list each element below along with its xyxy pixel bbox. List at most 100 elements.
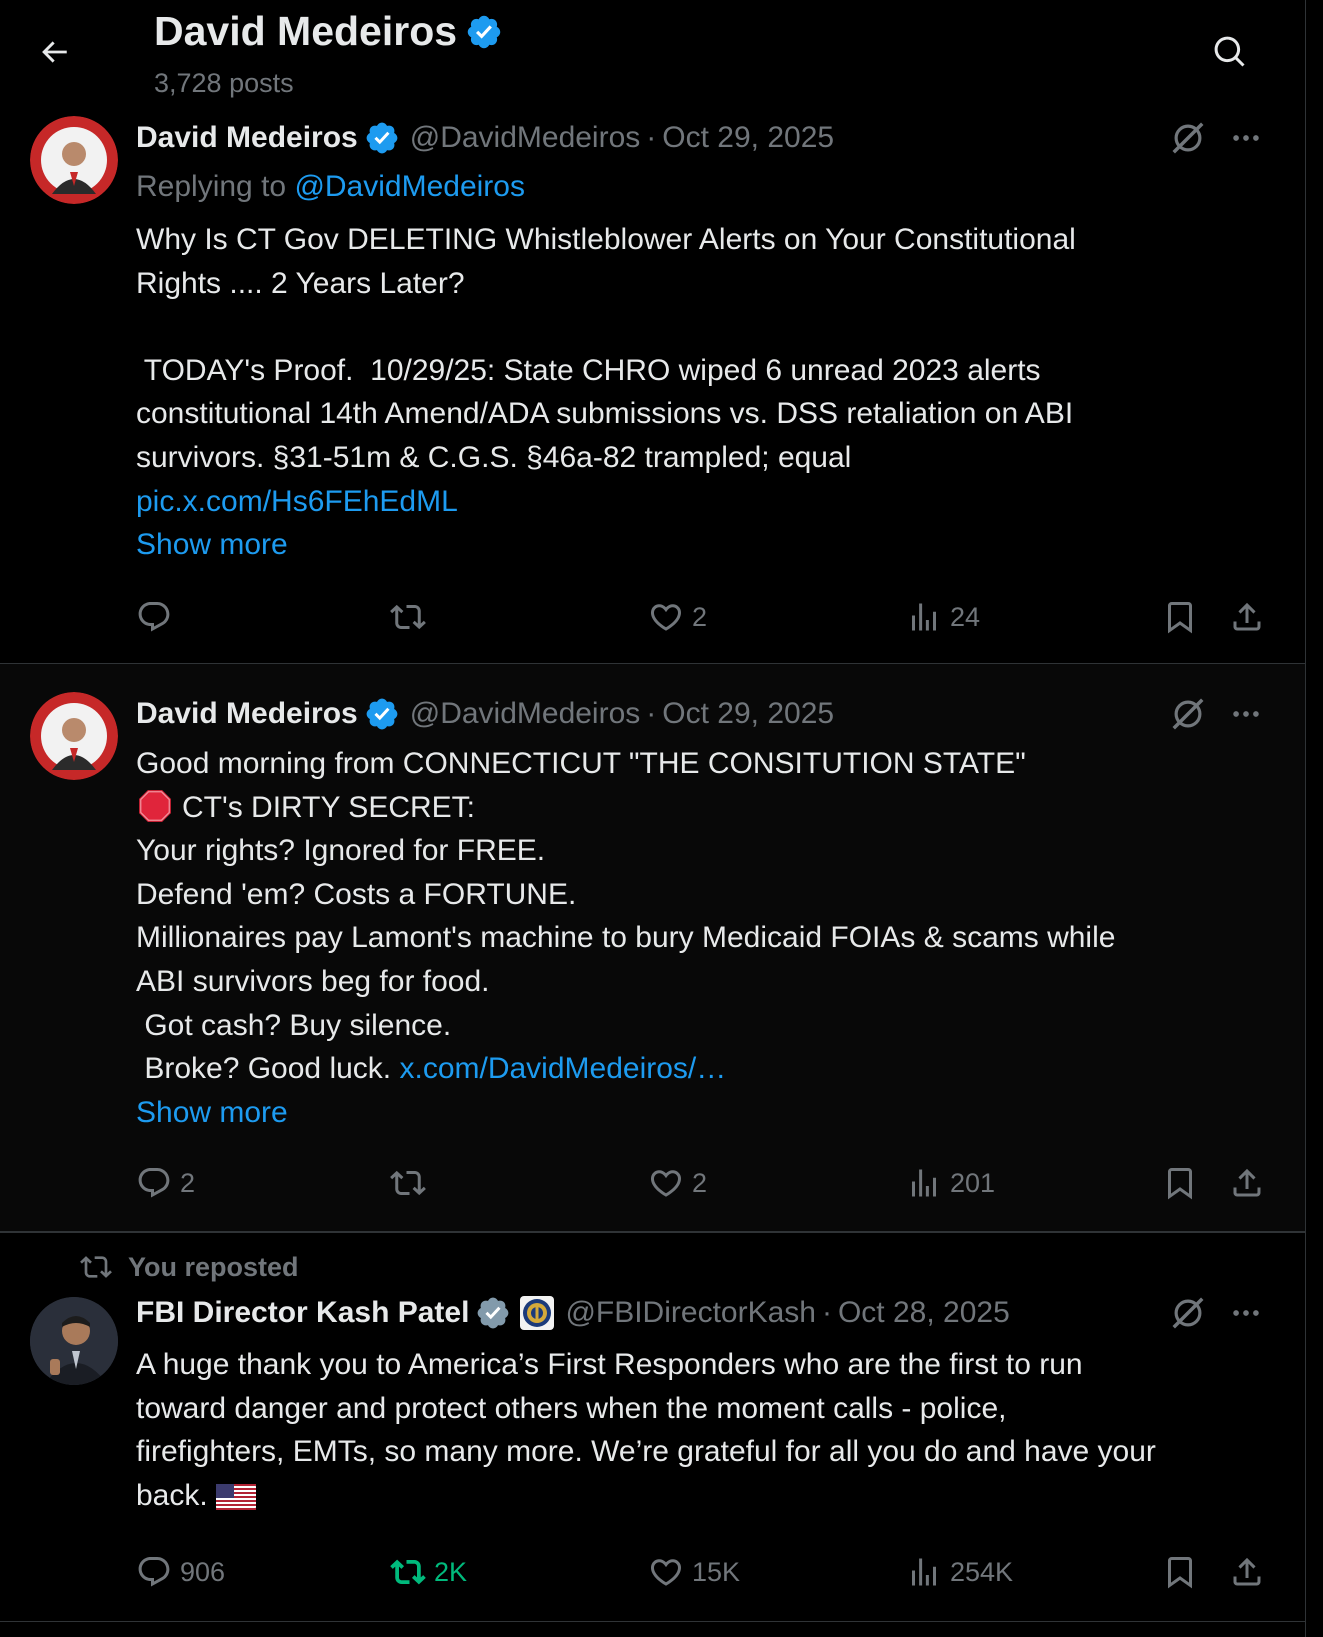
reply-count: 906 <box>180 1556 226 1587</box>
separator: · <box>821 1296 832 1329</box>
text-line: Defend 'em? Costs a FORTUNE. <box>136 877 577 911</box>
grok-button[interactable] <box>1166 116 1210 160</box>
text-line: firefighters, EMTs, so many more. We’re … <box>136 1435 1156 1469</box>
tweet-header: David Medeiros @DavidMedeiros · Oct 29, … <box>136 118 834 158</box>
more-button[interactable] <box>1224 692 1268 736</box>
avatar[interactable] <box>30 692 118 780</box>
post-count: 3,728 posts <box>154 68 294 98</box>
grok-icon <box>1172 122 1204 154</box>
repost-icon <box>390 1170 426 1196</box>
tweet-date[interactable]: Oct 28, 2025 <box>838 1296 1010 1330</box>
us-flag-icon <box>215 1483 256 1510</box>
share-button[interactable] <box>1229 1547 1265 1597</box>
avatar[interactable] <box>30 116 118 204</box>
repost-button[interactable] <box>390 592 434 642</box>
share-button[interactable] <box>1229 592 1265 642</box>
more-button[interactable] <box>1224 116 1268 160</box>
tweet-1[interactable]: David Medeiros @DavidMedeiros · Oct 29, … <box>0 108 1305 664</box>
tweet-header: FBI Director Kash Patel @FBIDirectorKash… <box>136 1293 1010 1333</box>
more-button[interactable] <box>1224 1291 1268 1335</box>
tweet-link[interactable]: x.com/DavidMedeiros/… <box>399 1052 726 1085</box>
more-icon <box>1233 135 1259 141</box>
text-line <box>136 305 1276 349</box>
text-line: survivors. §31-51m & C.G.S. §46a-82 tram… <box>136 440 852 474</box>
back-button[interactable] <box>28 26 80 78</box>
search-button[interactable] <box>1204 26 1256 78</box>
avatar[interactable] <box>30 1297 118 1385</box>
author-name[interactable]: David Medeiros <box>136 121 358 155</box>
text-line: Your rights? Ignored for FREE. <box>136 834 546 868</box>
bookmark-button[interactable] <box>1162 1547 1198 1597</box>
text-line: Rights .... 2 Years Later? <box>136 266 465 300</box>
repost-button[interactable] <box>390 1158 434 1208</box>
tweet-text: Why Is CT Gov DELETING Whistleblower Ale… <box>136 218 1276 567</box>
author-handle[interactable]: @DavidMedeiros <box>410 121 641 155</box>
reply-button[interactable] <box>136 592 180 642</box>
grok-button[interactable] <box>1166 692 1210 736</box>
tweet-date[interactable]: Oct 29, 2025 <box>662 121 834 155</box>
share-icon <box>1233 1168 1261 1197</box>
views-count: 254K <box>950 1556 1014 1587</box>
like-button[interactable]: 15K <box>648 1547 740 1597</box>
reply-icon <box>138 1557 170 1587</box>
like-count: 15K <box>692 1556 741 1587</box>
repost-count: 2K <box>434 1556 468 1587</box>
text-line: constitutional 14th Amend/ADA submission… <box>136 397 1074 431</box>
bookmark-button[interactable] <box>1162 1158 1198 1208</box>
verified-badge-icon <box>465 13 503 51</box>
like-button[interactable]: 2 <box>648 1158 707 1208</box>
replying-to: Replying to @DavidMedeiros <box>136 170 525 204</box>
views-button[interactable]: 254K <box>906 1547 1013 1597</box>
repost-icon <box>390 1559 426 1585</box>
media-link[interactable]: pic.x.com/Hs6FEhEdML <box>136 485 458 518</box>
reply-icon <box>138 1168 170 1198</box>
views-button[interactable]: 201 <box>906 1158 995 1208</box>
show-more-link[interactable]: Show more <box>136 1096 288 1129</box>
like-button[interactable]: 2 <box>648 592 707 642</box>
page-edge <box>1306 0 1323 1637</box>
tweet-3[interactable]: FBI Director Kash Patel @FBIDirectorKash… <box>0 1232 1305 1622</box>
reply-icon <box>138 602 170 632</box>
tweet-text: Good morning from CONNECTICUT "THE CONSI… <box>136 742 1276 1134</box>
tweet-2[interactable]: David Medeiros @DavidMedeiros · Oct 29, … <box>0 664 1305 1232</box>
author-handle[interactable]: @DavidMedeiros <box>410 697 641 731</box>
bookmark-button[interactable] <box>1162 592 1198 642</box>
verified-badge-icon <box>475 1295 511 1331</box>
text-line: ABI survivors beg for food. <box>136 964 490 998</box>
reply-count: 2 <box>180 1167 196 1198</box>
reply-handle-link[interactable]: @DavidMedeiros <box>294 170 525 203</box>
page-title: David Medeiros <box>154 8 503 55</box>
views-icon <box>912 603 936 631</box>
text-line: Millionaires pay Lamont's machine to bur… <box>136 921 1116 955</box>
share-icon <box>1233 602 1261 631</box>
show-more-link[interactable]: Show more <box>136 528 288 561</box>
author-handle[interactable]: @FBIDirectorKash <box>565 1296 816 1330</box>
verified-badge-icon <box>364 120 400 156</box>
timeline-column: David Medeiros 3,728 posts David Medeiro… <box>0 0 1306 1637</box>
share-button[interactable] <box>1229 1158 1265 1208</box>
tweet-text: A huge thank you to America’s First Resp… <box>136 1343 1286 1517</box>
more-icon <box>1233 711 1259 717</box>
text-line: A huge thank you to America’s First Resp… <box>136 1348 1083 1381</box>
reply-prefix: Replying to <box>136 170 287 203</box>
text-line: TODAY's Proof. 10/29/25: State CHRO wipe… <box>136 353 1041 387</box>
like-icon <box>650 604 682 631</box>
author-name[interactable]: David Medeiros <box>136 697 358 731</box>
tweet-actions: 2 24 <box>0 592 1305 642</box>
more-icon <box>1233 1310 1259 1316</box>
profile-name: David Medeiros <box>154 8 458 54</box>
repost-button[interactable]: 2K <box>390 1547 467 1597</box>
like-icon <box>650 1170 682 1197</box>
search-icon <box>1214 36 1245 67</box>
tweet-header: David Medeiros @DavidMedeiros · Oct 29, … <box>136 694 834 734</box>
reply-button[interactable]: 2 <box>136 1158 195 1208</box>
verified-badge-icon <box>364 696 400 732</box>
tweet-date[interactable]: Oct 29, 2025 <box>662 697 834 731</box>
grok-button[interactable] <box>1166 1291 1210 1335</box>
author-name[interactable]: FBI Director Kash Patel <box>136 1296 469 1330</box>
reply-button[interactable]: 906 <box>136 1547 225 1597</box>
bookmark-icon <box>1168 1557 1192 1589</box>
repost-icon <box>390 604 426 630</box>
grok-icon <box>1172 698 1204 730</box>
views-button[interactable]: 24 <box>906 592 980 642</box>
